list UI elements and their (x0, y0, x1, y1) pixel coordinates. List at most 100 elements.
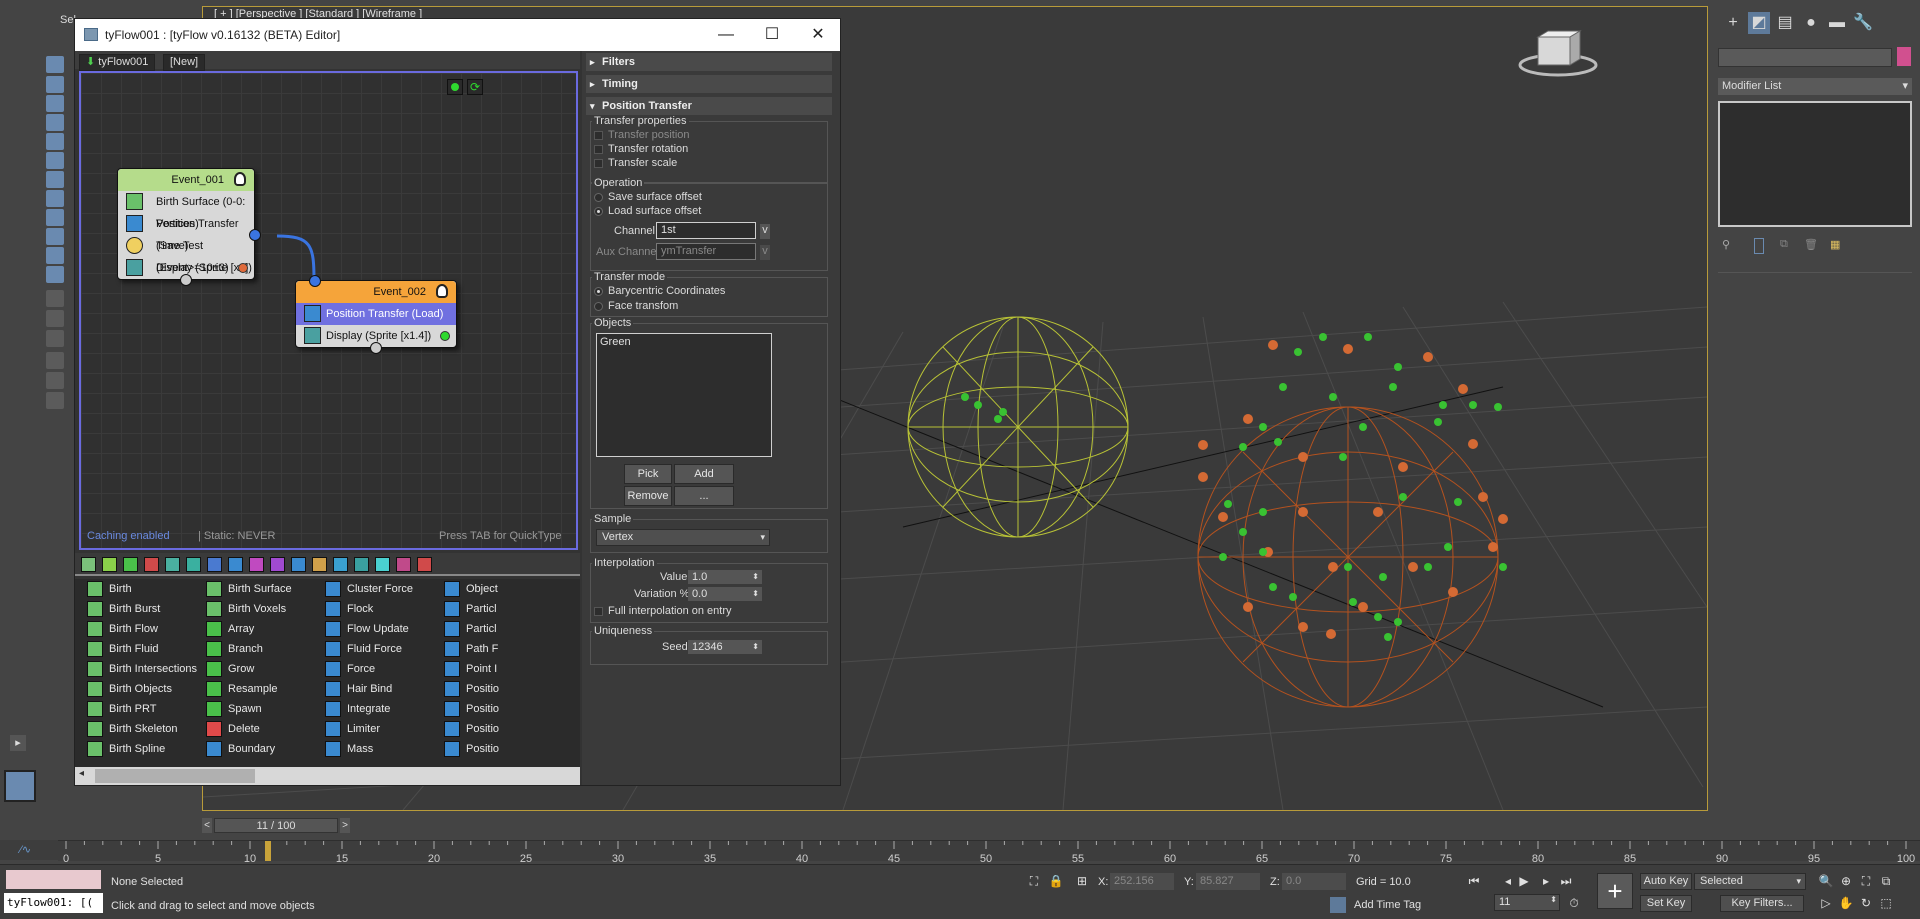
next-frame-icon[interactable]: ▸ (1538, 873, 1554, 889)
play-icon[interactable]: ▶ (1516, 873, 1532, 889)
zoom-extents-all-icon[interactable]: ⧉ (1878, 873, 1894, 889)
link-icon[interactable] (46, 190, 64, 207)
rollout-timing[interactable]: ▸ Timing (586, 75, 832, 93)
operator-item[interactable]: Particl (432, 599, 580, 619)
event-node-002[interactable]: Event_002 Position Transfer (Load) Displ… (295, 275, 457, 354)
objects-list[interactable]: Green (596, 333, 772, 457)
list-item[interactable]: Green (597, 334, 771, 350)
spinner-arrows-icon[interactable]: ⬍ (752, 587, 759, 601)
event-output-port[interactable] (370, 342, 382, 354)
x-coordinate-field[interactable]: 252.156 (1110, 873, 1174, 890)
category-stop-icon[interactable] (417, 557, 432, 572)
spinner-arrows-icon[interactable]: ⬍ (1550, 895, 1557, 904)
auto-key-button[interactable]: Auto Key (1640, 873, 1692, 890)
configure-sets-icon[interactable]: ▦ (1830, 238, 1840, 251)
operator-item[interactable]: Hair Bind (313, 679, 433, 699)
hierarchy-icon[interactable] (46, 228, 64, 245)
minimize-icon[interactable]: — (703, 19, 749, 51)
spinner-arrows-icon[interactable]: ⬍ (752, 640, 759, 654)
set-key-big-button[interactable]: + (1597, 873, 1633, 909)
operator-item[interactable]: Object (432, 579, 580, 599)
channel-dropdown-button[interactable]: v (760, 224, 770, 239)
scene-icon[interactable] (46, 310, 64, 327)
operator-time-test[interactable]: Time Test (Event>=10±3) (118, 235, 254, 274)
operator-item[interactable]: Array (194, 619, 314, 639)
full-interpolation-checkbox[interactable] (594, 607, 603, 616)
operator-item[interactable]: Birth Spline (75, 739, 195, 759)
operator-birth-surface[interactable]: Birth Surface (0-0: Vertices) (118, 191, 254, 230)
transfer-rotation-checkbox[interactable] (594, 145, 603, 154)
display-color-dot[interactable] (440, 331, 450, 341)
light-icon[interactable] (46, 95, 64, 112)
operator-item[interactable]: Birth (75, 579, 195, 599)
modifier-list-dropdown[interactable]: Modifier List ▾ (1718, 78, 1912, 95)
viewport-layout-icon[interactable] (4, 770, 36, 802)
next-frame-icon[interactable]: > (340, 818, 350, 833)
operator-list-scrollbar[interactable]: ◂ (75, 767, 580, 785)
lock-selection-icon[interactable]: 🔒 (1048, 873, 1064, 889)
zoom-icon[interactable]: 🔍 (1818, 873, 1834, 889)
category-rotation-icon[interactable] (291, 557, 306, 572)
curve-editor-icon[interactable]: ⁄∿ (0, 840, 58, 860)
rollout-filters[interactable]: ▸ Filters (586, 53, 832, 71)
utilities-tab-icon[interactable]: 🔧 (1852, 12, 1874, 34)
systems-icon[interactable] (46, 171, 64, 188)
category-delete-icon[interactable] (144, 557, 159, 572)
tab-tyflow001[interactable]: ⬇ tyFlow001 (79, 54, 156, 71)
create-tab-icon[interactable]: + (1722, 12, 1744, 34)
operator-item[interactable]: Point I (432, 659, 580, 679)
operator-item[interactable]: Limiter (313, 719, 433, 739)
operator-item[interactable]: Branch (194, 639, 314, 659)
category-birth-icon[interactable] (81, 557, 96, 572)
operator-item[interactable]: Path F (432, 639, 580, 659)
time-test-output-port[interactable] (249, 229, 261, 241)
operator-item[interactable]: Flock (313, 599, 433, 619)
seed-spinner[interactable]: 12346 ⬍ (688, 640, 762, 654)
layer-icon[interactable] (46, 290, 64, 307)
spacewarp-icon[interactable] (46, 152, 64, 169)
operator-item[interactable]: Particl (432, 619, 580, 639)
go-to-end-icon[interactable]: ⏭ (1558, 873, 1574, 889)
channel-field[interactable]: 1st (656, 222, 756, 239)
motion-tab-icon[interactable]: ● (1800, 12, 1822, 34)
set-key-button[interactable]: Set Key (1640, 895, 1692, 912)
pick-button[interactable]: Pick (624, 464, 672, 484)
fov-icon[interactable]: ▷ (1818, 895, 1834, 911)
create-sphere-icon[interactable] (46, 56, 64, 73)
face-transform-radio[interactable] (594, 302, 603, 311)
key-filters-button[interactable]: Key Filters... (1720, 895, 1804, 912)
operator-item[interactable]: Positio (432, 739, 580, 759)
motion-icon[interactable] (46, 247, 64, 264)
category-test-icon[interactable] (312, 557, 327, 572)
window-titlebar[interactable]: tyFlow001 : [tyFlow v0.16132 (BETA) Edit… (75, 19, 840, 51)
bucket-icon[interactable] (46, 392, 64, 409)
absolute-mode-icon[interactable]: ⊞ (1074, 873, 1090, 889)
remove-modifier-icon[interactable]: 🗑 (1804, 238, 1818, 251)
helper-icon[interactable] (46, 133, 64, 150)
category-copy-icon[interactable] (333, 557, 348, 572)
category-mapping-icon[interactable] (270, 557, 285, 572)
operator-item[interactable]: Positio (432, 679, 580, 699)
operator-item[interactable]: Birth Skeleton (75, 719, 195, 739)
flow-graph-canvas[interactable]: ⟳ Event_001 Birth Surface (0-0: Vertices… (79, 71, 578, 550)
zoom-all-icon[interactable]: ⊕ (1838, 873, 1854, 889)
operator-item[interactable]: Positio (432, 719, 580, 739)
previous-frame-icon[interactable]: ◂ (1500, 873, 1516, 889)
display-color-dot[interactable] (238, 263, 248, 273)
barycentric-radio[interactable] (594, 287, 603, 296)
maximize-viewport-icon[interactable]: ⬚ (1878, 895, 1894, 911)
y-coordinate-field[interactable]: 85.827 (1196, 873, 1260, 890)
pan-icon[interactable]: ✋ (1838, 895, 1854, 911)
current-frame-marker[interactable] (265, 841, 272, 861)
object-color-swatch[interactable] (1897, 47, 1911, 66)
event-node-001[interactable]: Event_001 Birth Surface (0-0: Vertices) … (117, 168, 261, 286)
viewcube-icon[interactable] (1518, 30, 1598, 77)
category-force-icon[interactable] (207, 557, 222, 572)
close-icon[interactable]: ✕ (795, 19, 841, 51)
lightbulb-icon[interactable] (436, 284, 448, 298)
maximize-icon[interactable]: ☐ (749, 19, 795, 51)
funnel-icon[interactable] (46, 372, 64, 389)
time-config-icon[interactable]: ⏱ (1566, 895, 1582, 911)
transfer-scale-checkbox[interactable] (594, 159, 603, 168)
display-panel-icon[interactable] (46, 266, 64, 283)
